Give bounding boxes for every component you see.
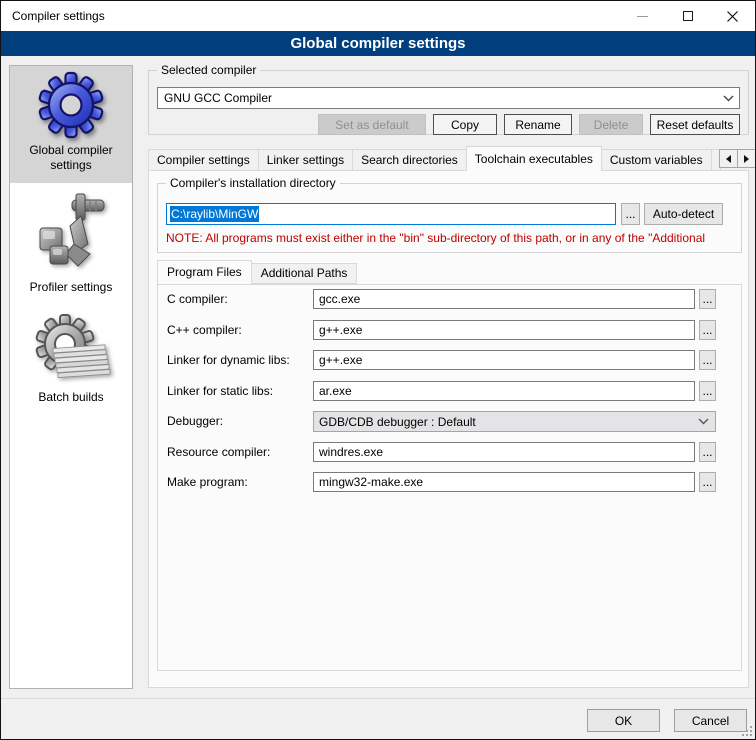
cpp-compiler-label: C++ compiler: [167,320,242,340]
programs-subtabbar: Program Files Additional Paths [157,260,356,284]
installation-directory-group-label: Compiler's installation directory [166,176,340,190]
make-program-input[interactable] [313,472,695,492]
cpp-compiler-input[interactable] [313,320,695,340]
resize-grip-icon[interactable] [742,726,752,736]
window-title: Compiler settings [1,9,105,23]
compiler-select[interactable]: GNU GCC Compiler [157,87,740,109]
installation-directory-input[interactable]: C:\raylib\MinGW [166,203,616,225]
static-linker-input[interactable] [313,381,695,401]
settings-tabbar: Compiler settings Linker settings Search… [148,146,749,171]
c-compiler-label: C compiler: [167,289,228,309]
tab-custom-variables[interactable]: Custom variables [601,149,712,171]
installation-directory-group: Compiler's installation directory C:\ray… [157,183,742,253]
chevron-down-icon [717,95,739,102]
tab-compiler-settings[interactable]: Compiler settings [148,149,259,171]
arrow-right-icon [744,155,749,163]
debugger-select[interactable]: GDB/CDB debugger : Default [313,411,716,432]
titlebar: Compiler settings [1,1,755,31]
cpp-compiler-row: C++ compiler: ... [167,320,732,340]
dynamic-linker-browse-button[interactable]: ... [699,350,716,370]
window-controls [620,1,755,31]
program-files-page: C compiler: ... C++ compiler: ... Linker… [157,284,742,671]
sidebar-item-global-compiler-settings[interactable]: Global compiler settings [10,66,132,183]
cpp-compiler-browse-button[interactable]: ... [699,320,716,340]
make-program-browse-button[interactable]: ... [699,472,716,492]
rename-button[interactable]: Rename [504,114,572,135]
close-button[interactable] [710,1,755,31]
tab-scroll-controls [720,149,756,168]
dynamic-linker-input[interactable] [313,350,695,370]
sidebar-item-profiler-settings[interactable]: Profiler settings [10,183,132,295]
gray-gear-stack-icon [31,312,111,386]
chevron-down-icon [691,418,715,425]
make-program-row: Make program: ... [167,472,732,492]
ok-button[interactable]: OK [587,709,660,732]
subtab-program-files[interactable]: Program Files [157,260,252,284]
toolchain-executables-page: Compiler's installation directory C:\ray… [148,170,749,688]
resource-compiler-browse-button[interactable]: ... [699,442,716,462]
minimize-button[interactable] [620,1,665,31]
minimize-icon [637,16,648,17]
tab-linker-settings[interactable]: Linker settings [258,149,353,171]
close-icon [727,11,738,22]
blue-gear-icon [37,71,105,139]
static-linker-label: Linker for static libs: [167,381,273,401]
sidebar-item-label: Global compiler settings [19,143,123,173]
dynamic-linker-row: Linker for dynamic libs: ... [167,350,732,370]
sidebar-item-batch-builds[interactable]: Batch builds [10,295,132,417]
debugger-label: Debugger: [167,411,223,431]
maximize-icon [683,11,693,21]
copy-button[interactable]: Copy [433,114,497,135]
make-program-label: Make program: [167,472,248,492]
debugger-row: Debugger: GDB/CDB debugger : Default [167,411,732,431]
tab-scroll-left-button[interactable] [719,149,738,168]
selected-compiler-group: Selected compiler GNU GCC Compiler Set a… [148,70,749,135]
dynamic-linker-label: Linker for dynamic libs: [167,350,290,370]
set-as-default-button[interactable]: Set as default [318,114,426,135]
page-title: Global compiler settings [1,31,755,56]
tab-search-directories[interactable]: Search directories [352,149,467,171]
cancel-button[interactable]: Cancel [674,709,747,732]
delete-button[interactable]: Delete [579,114,643,135]
tab-scroll-right-button[interactable] [737,149,756,168]
compiler-settings-dialog: Compiler settings Global compiler settin… [0,0,756,740]
resource-compiler-input[interactable] [313,442,695,462]
settings-category-list: Global compiler settings [9,65,133,689]
arrow-left-icon [726,155,731,163]
reset-defaults-button[interactable]: Reset defaults [650,114,740,135]
auto-detect-button[interactable]: Auto-detect [644,203,723,225]
footer-separator [1,698,755,699]
static-linker-row: Linker for static libs: ... [167,381,732,401]
bin-subdirectory-note: NOTE: All programs must exist either in … [166,231,737,245]
c-compiler-browse-button[interactable]: ... [699,289,716,309]
sidebar-item-label: Batch builds [19,390,123,405]
maximize-button[interactable] [665,1,710,31]
sidebar-item-label: Profiler settings [19,280,123,295]
resource-compiler-row: Resource compiler: ... [167,442,732,462]
resource-compiler-label: Resource compiler: [167,442,270,462]
installation-directory-row: C:\raylib\MinGW ... Auto-detect [166,203,735,225]
compiler-select-value: GNU GCC Compiler [164,91,717,105]
debugger-select-value: GDB/CDB debugger : Default [319,415,476,429]
selected-compiler-group-label: Selected compiler [157,63,260,77]
static-linker-browse-button[interactable]: ... [699,381,716,401]
c-compiler-row: C compiler: ... [167,289,732,309]
tab-toolchain-executables[interactable]: Toolchain executables [466,146,602,171]
browse-directory-button[interactable]: ... [621,203,640,225]
subtab-additional-paths[interactable]: Additional Paths [251,263,358,284]
selected-path-text: C:\raylib\MinGW [170,206,259,222]
compiler-actions: Set as default Copy Rename Delete Reset … [318,114,740,135]
c-compiler-input[interactable] [313,289,695,309]
caliper-icon [32,192,110,278]
